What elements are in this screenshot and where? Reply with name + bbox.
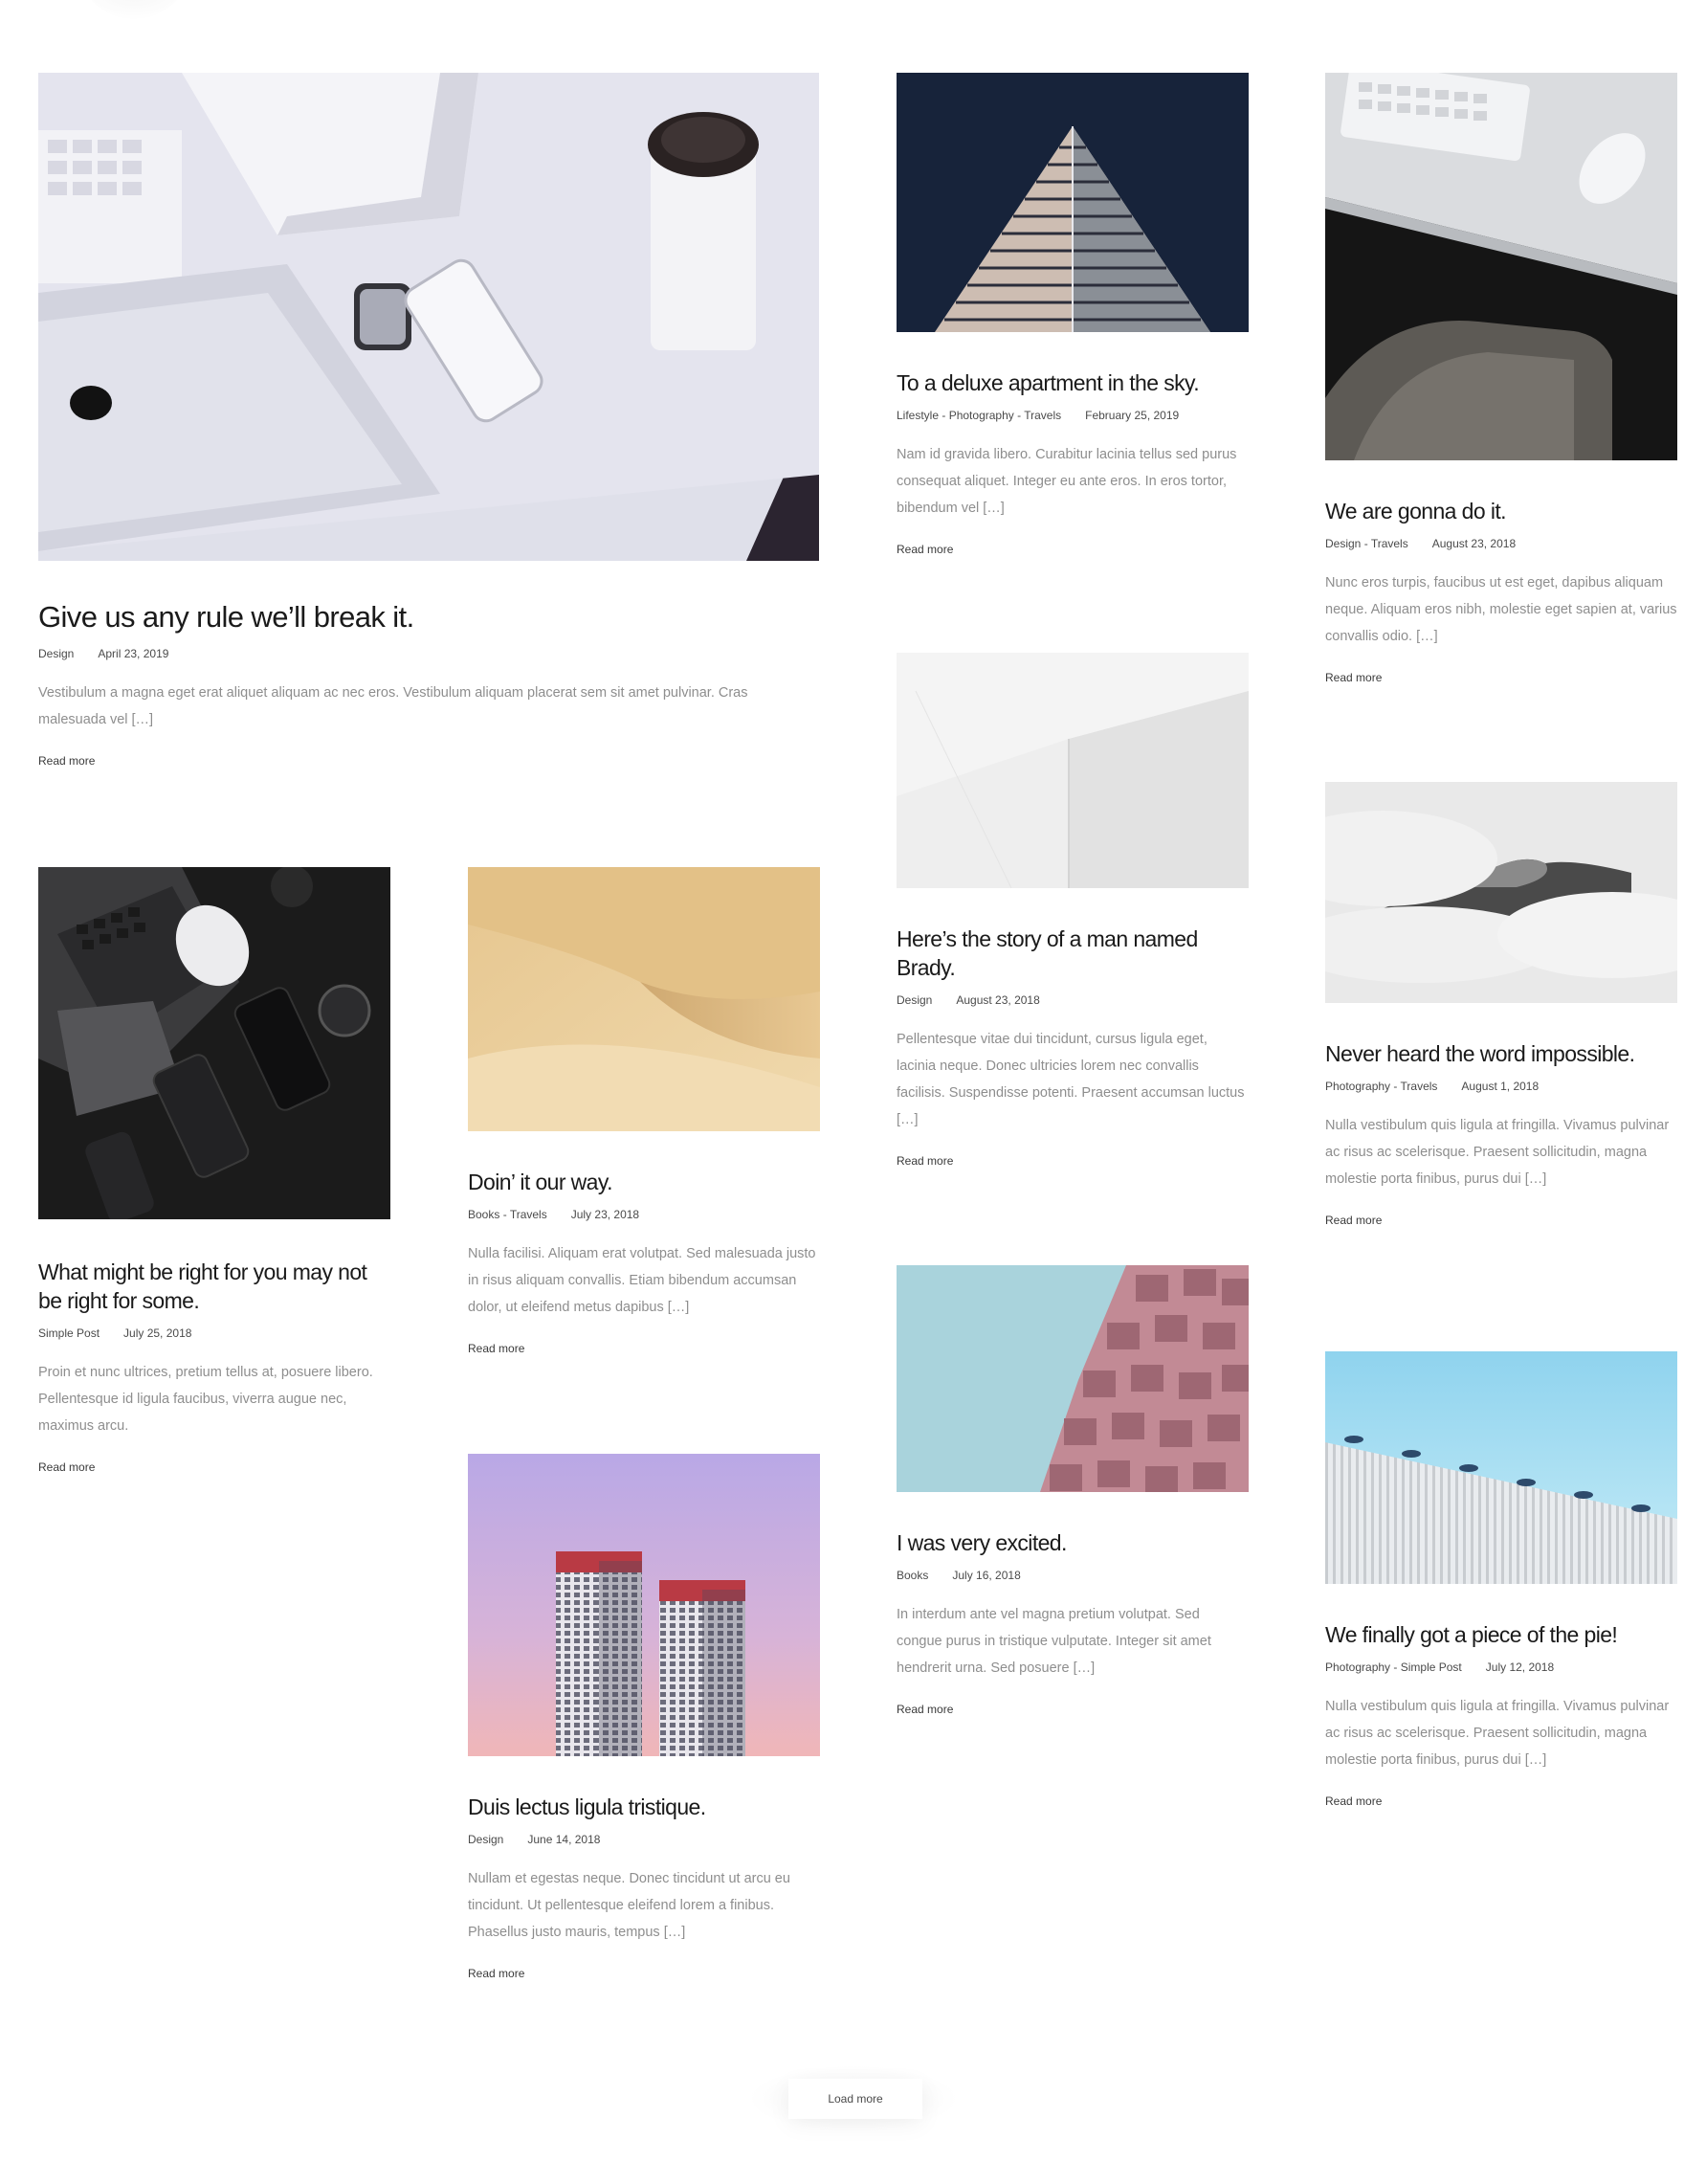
- post-title[interactable]: Never heard the word impossible.: [1325, 1039, 1677, 1068]
- post-title[interactable]: We are gonna do it.: [1325, 497, 1677, 525]
- read-more-link[interactable]: Read more: [897, 543, 953, 556]
- read-more-link[interactable]: Read more: [38, 1460, 95, 1474]
- post-categories[interactable]: Books: [897, 1569, 928, 1582]
- read-more-link[interactable]: Read more: [1325, 1794, 1382, 1808]
- post-meta: Design - Travels August 23, 2018: [1325, 537, 1677, 550]
- post-date: August 23, 2018: [956, 993, 1040, 1007]
- post-card: Never heard the word impossible. Photogr…: [1325, 782, 1677, 1229]
- post-title[interactable]: Doin’ it our way.: [468, 1168, 820, 1196]
- read-more-link[interactable]: Read more: [1325, 1214, 1382, 1227]
- post-title[interactable]: We finally got a piece of the pie!: [1325, 1620, 1677, 1649]
- post-card: Give us any rule we’ll break it. Design …: [38, 73, 819, 769]
- category-link[interactable]: Photography: [1325, 1660, 1390, 1674]
- post-card: Duis lectus ligula tristique. Design Jun…: [468, 1454, 820, 1982]
- post-categories[interactable]: Simple Post: [38, 1326, 100, 1340]
- post-meta: Design August 23, 2018: [897, 993, 1249, 1007]
- post-date: July 16, 2018: [952, 1569, 1021, 1582]
- post-meta: Design April 23, 2019: [38, 647, 819, 660]
- post-categories[interactable]: Design: [897, 993, 932, 1007]
- post-title[interactable]: I was very excited.: [897, 1528, 1249, 1557]
- category-link[interactable]: Simple Post: [1401, 1660, 1462, 1674]
- post-thumbnail-dark-gadgets[interactable]: [38, 867, 390, 1219]
- post-date: June 14, 2018: [527, 1833, 601, 1846]
- post-excerpt: Nullam et egestas neque. Donec tincidunt…: [468, 1871, 790, 1940]
- post-meta: Books - Travels July 23, 2018: [468, 1208, 820, 1221]
- post-excerpt: Nulla vestibulum quis ligula at fringill…: [1325, 1118, 1670, 1187]
- category-link[interactable]: Travels: [1401, 1080, 1438, 1093]
- post-date: July 12, 2018: [1485, 1660, 1555, 1674]
- category-link[interactable]: Travels: [1371, 537, 1408, 550]
- post-date: July 23, 2018: [570, 1208, 640, 1221]
- post-card: What might be right for you may not be r…: [38, 867, 390, 1476]
- post-thumbnail-skyscraper[interactable]: [897, 73, 1249, 332]
- category-link[interactable]: Design: [468, 1833, 503, 1846]
- category-link[interactable]: Photography: [1325, 1080, 1390, 1093]
- post-thumbnail-pink-balconies[interactable]: [897, 1265, 1249, 1492]
- post-title[interactable]: Give us any rule we’ll break it.: [38, 599, 819, 635]
- category-link[interactable]: Books: [468, 1208, 499, 1221]
- read-more-link[interactable]: Read more: [897, 1703, 953, 1716]
- read-more-link[interactable]: Read more: [897, 1154, 953, 1168]
- post-date: August 1, 2018: [1461, 1080, 1540, 1093]
- post-card: Doin’ it our way. Books - Travels July 2…: [468, 867, 820, 1357]
- load-more-button[interactable]: Load more: [788, 2079, 922, 2119]
- post-title[interactable]: Duis lectus ligula tristique.: [468, 1793, 820, 1821]
- post-card: I was very excited. Books July 16, 2018 …: [897, 1265, 1249, 1718]
- post-card: We are gonna do it. Design - Travels Aug…: [1325, 73, 1677, 686]
- category-link[interactable]: Photography: [949, 409, 1014, 422]
- post-excerpt: Nulla vestibulum quis ligula at fringill…: [1325, 1699, 1670, 1768]
- post-meta: Lifestyle - Photography - Travels Februa…: [897, 409, 1249, 422]
- read-more-link[interactable]: Read more: [38, 754, 95, 768]
- post-card: Here’s the story of a man named Brady. D…: [897, 653, 1249, 1170]
- category-link[interactable]: Travels: [510, 1208, 547, 1221]
- post-excerpt: Nulla facilisi. Aliquam erat volutpat. S…: [468, 1246, 816, 1315]
- category-link[interactable]: Design: [38, 647, 74, 660]
- post-card: To a deluxe apartment in the sky. Lifest…: [897, 73, 1249, 558]
- post-excerpt: Proin et nunc ultrices, pretium tellus a…: [38, 1365, 373, 1434]
- post-date: July 25, 2018: [123, 1326, 192, 1340]
- post-categories[interactable]: Design: [468, 1833, 503, 1846]
- post-title[interactable]: Here’s the story of a man named Brady.: [897, 925, 1241, 982]
- post-title[interactable]: To a deluxe apartment in the sky.: [897, 368, 1249, 397]
- post-excerpt: Vestibulum a magna eget erat aliquet ali…: [38, 685, 748, 727]
- post-excerpt: Pellentesque vitae dui tincidunt, cursus…: [897, 1032, 1245, 1127]
- post-excerpt: In interdum ante vel magna pretium volut…: [897, 1607, 1211, 1676]
- post-thumbnail-keyboard-desk[interactable]: [1325, 73, 1677, 460]
- post-date: April 23, 2019: [98, 647, 169, 660]
- post-categories[interactable]: Design - Travels: [1325, 537, 1408, 550]
- post-meta: Design June 14, 2018: [468, 1833, 820, 1846]
- post-thumbnail-sand-dune[interactable]: [468, 867, 820, 1131]
- post-thumbnail-white-architecture[interactable]: [897, 653, 1249, 888]
- category-link[interactable]: Design: [1325, 537, 1361, 550]
- post-categories[interactable]: Photography - Travels: [1325, 1080, 1437, 1093]
- post-categories[interactable]: Books - Travels: [468, 1208, 547, 1221]
- post-excerpt: Nunc eros turpis, faucibus ut est eget, …: [1325, 575, 1677, 644]
- category-link[interactable]: Design: [897, 993, 932, 1007]
- read-more-link[interactable]: Read more: [468, 1342, 524, 1355]
- post-date: August 23, 2018: [1431, 537, 1517, 550]
- post-meta: Photography - Travels August 1, 2018: [1325, 1080, 1677, 1093]
- post-meta: Simple Post July 25, 2018: [38, 1326, 390, 1340]
- category-link[interactable]: Lifestyle: [897, 409, 939, 422]
- post-date: February 25, 2019: [1085, 409, 1180, 422]
- post-thumbnail-misty-mountain[interactable]: [1325, 782, 1677, 1003]
- post-categories[interactable]: Design: [38, 647, 74, 660]
- post-thumbnail-twin-towers[interactable]: [468, 1454, 820, 1756]
- post-title[interactable]: What might be right for you may not be r…: [38, 1258, 390, 1315]
- post-card: We finally got a piece of the pie! Photo…: [1325, 1351, 1677, 1810]
- category-link[interactable]: Simple Post: [38, 1326, 100, 1340]
- post-thumbnail-fence-sky[interactable]: [1325, 1351, 1677, 1584]
- post-excerpt: Nam id gravida libero. Curabitur lacinia…: [897, 447, 1237, 516]
- post-categories[interactable]: Lifestyle - Photography - Travels: [897, 409, 1061, 422]
- post-thumbnail-desk-setup[interactable]: [38, 73, 819, 561]
- post-categories[interactable]: Photography - Simple Post: [1325, 1660, 1462, 1674]
- post-meta: Books July 16, 2018: [897, 1569, 1249, 1582]
- read-more-link[interactable]: Read more: [468, 1967, 524, 1980]
- category-link[interactable]: Travels: [1024, 409, 1061, 422]
- read-more-link[interactable]: Read more: [1325, 671, 1382, 684]
- post-meta: Photography - Simple Post July 12, 2018: [1325, 1660, 1677, 1674]
- category-link[interactable]: Books: [897, 1569, 928, 1582]
- top-decoration: [77, 0, 191, 19]
